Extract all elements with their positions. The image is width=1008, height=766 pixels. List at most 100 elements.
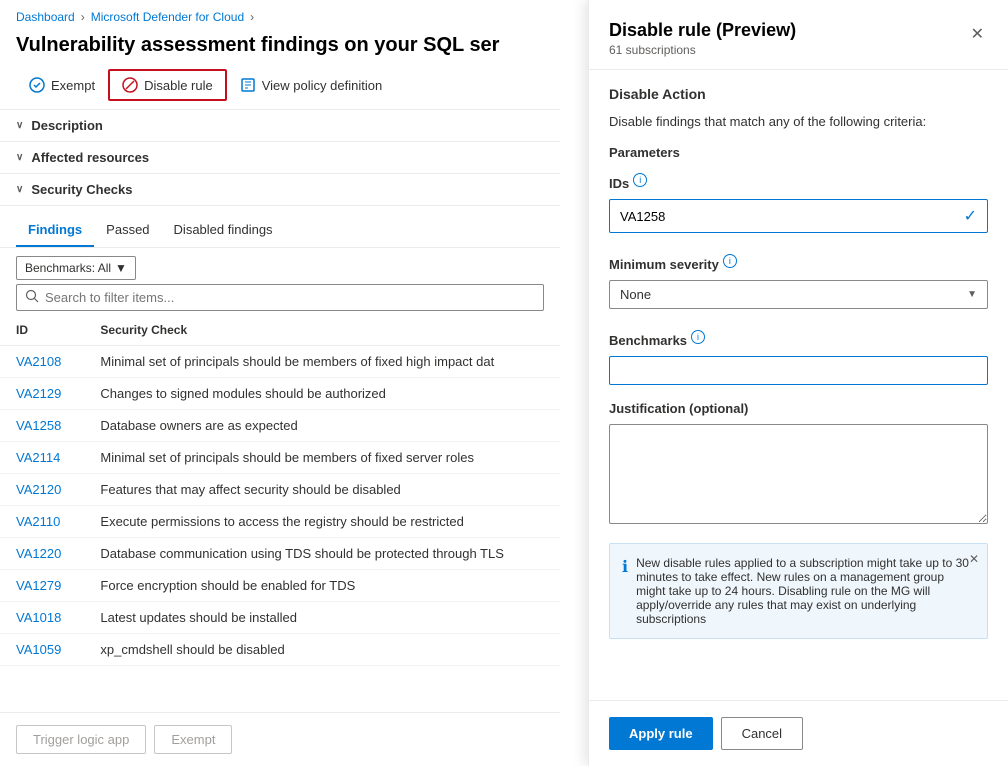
bottom-toolbar: Trigger logic app Exempt [0,712,560,766]
table-row[interactable]: VA1018 Latest updates should be installe… [0,602,560,634]
filter-bar: Benchmarks: All ▼ [0,248,560,315]
cancel-button[interactable]: Cancel [721,717,803,750]
row-id: VA1018 [0,602,84,634]
description-section-header[interactable]: ∨ Description [0,110,560,142]
min-severity-value: None [620,287,651,302]
table-row[interactable]: VA1258 Database owners are as expected [0,410,560,442]
ids-label: IDs [609,176,629,191]
disable-rule-button[interactable]: Disable rule [108,69,227,101]
table-row[interactable]: VA1059 xp_cmdshell should be disabled [0,634,560,666]
panel-close-button[interactable]: ✕ [967,20,988,48]
exempt-button[interactable]: Exempt [16,70,108,100]
security-checks-label: Security Checks [31,182,132,197]
exempt-icon [29,77,45,93]
row-id: VA2110 [0,506,84,538]
ids-info-icon[interactable]: i [633,173,647,187]
ids-input-field[interactable]: ✓ [609,199,988,233]
filter-dropdown-chevron: ▼ [115,261,127,275]
row-check: Force encryption should be enabled for T… [84,570,560,602]
search-input[interactable] [45,290,535,305]
benchmarks-input-field[interactable] [609,356,988,385]
info-banner-text: New disable rules applied to a subscript… [636,556,975,626]
info-banner: ℹ New disable rules applied to a subscri… [609,543,988,639]
table-row[interactable]: VA2114 Minimal set of principals should … [0,442,560,474]
table-row[interactable]: VA1220 Database communication using TDS … [0,538,560,570]
search-box [16,284,544,311]
row-check: Latest updates should be installed [84,602,560,634]
security-checks-chevron: ∨ [16,184,23,195]
search-icon [25,289,39,306]
benchmarks-info-icon[interactable]: i [691,330,705,344]
breadcrumb-defender[interactable]: Microsoft Defender for Cloud [91,10,244,24]
justification-label: Justification (optional) [609,401,988,416]
info-banner-content: New disable rules applied to a subscript… [636,556,969,626]
breadcrumb-dashboard[interactable]: Dashboard [16,10,75,24]
min-severity-label-row: Minimum severity i [609,245,988,276]
row-id: VA1279 [0,570,84,602]
min-severity-label: Minimum severity [609,257,719,272]
row-id: VA2120 [0,474,84,506]
row-check: Features that may affect security should… [84,474,560,506]
disable-action-title: Disable Action [609,86,988,102]
tab-findings[interactable]: Findings [16,214,94,247]
ids-input[interactable] [620,209,964,224]
benchmarks-filter-label: Benchmarks: All [25,261,111,275]
breadcrumb-sep-2: › [250,10,254,24]
col-security-check: Security Check [84,315,560,346]
description-label: Description [31,118,103,133]
row-id: VA1220 [0,538,84,570]
disable-rule-label: Disable rule [144,78,213,93]
apply-rule-button[interactable]: Apply rule [609,717,713,750]
col-id: ID [0,315,84,346]
security-checks-section-header[interactable]: ∨ Security Checks [0,174,560,206]
tab-disabled-findings[interactable]: Disabled findings [162,214,285,247]
row-check: Minimal set of principals should be memb… [84,442,560,474]
description-chevron: ∨ [16,120,23,131]
panel-title: Disable rule (Preview) [609,20,796,41]
row-check: Changes to signed modules should be auth… [84,378,560,410]
toolbar: Exempt Disable rule View policy definiti… [0,69,560,110]
affected-resources-section-header[interactable]: ∨ Affected resources [0,142,560,174]
row-check: Database owners are as expected [84,410,560,442]
table-row[interactable]: VA2129 Changes to signed modules should … [0,378,560,410]
table-row[interactable]: VA2110 Execute permissions to access the… [0,506,560,538]
view-policy-label: View policy definition [262,78,382,93]
exempt-label: Exempt [51,78,95,93]
table-row[interactable]: VA2120 Features that may affect security… [0,474,560,506]
bottom-exempt-button[interactable]: Exempt [154,725,232,754]
info-banner-close-button[interactable]: ✕ [969,552,979,566]
min-severity-select[interactable]: None ▼ [609,280,988,309]
panel-header: Disable rule (Preview) 61 subscriptions … [589,0,1008,70]
row-id: VA1059 [0,634,84,666]
findings-table-container: ID Security Check VA2108 Minimal set of … [0,315,560,666]
disable-rule-panel: Disable rule (Preview) 61 subscriptions … [588,0,1008,766]
affected-resources-chevron: ∨ [16,152,23,163]
table-row[interactable]: VA1279 Force encryption should be enable… [0,570,560,602]
row-id: VA2129 [0,378,84,410]
min-severity-info-icon[interactable]: i [723,254,737,268]
justification-textarea[interactable] [609,424,988,524]
left-panel: Dashboard › Microsoft Defender for Cloud… [0,0,560,766]
disable-rule-icon [122,77,138,93]
ids-check-icon: ✓ [964,206,977,226]
view-policy-button[interactable]: View policy definition [227,70,395,100]
row-id: VA2114 [0,442,84,474]
min-severity-chevron: ▼ [967,289,977,300]
trigger-logic-app-button[interactable]: Trigger logic app [16,725,146,754]
tab-passed[interactable]: Passed [94,214,161,247]
parameters-label: Parameters [609,145,988,160]
disable-description: Disable findings that match any of the f… [609,114,988,129]
ids-label-row: IDs i [609,164,988,195]
page-title: Vulnerability assessment findings on you… [0,30,560,69]
row-id: VA1258 [0,410,84,442]
affected-resources-label: Affected resources [31,150,149,165]
breadcrumb-sep-1: › [81,10,85,24]
table-row[interactable]: VA2108 Minimal set of principals should … [0,346,560,378]
benchmarks-input[interactable] [620,363,977,378]
info-banner-icon: ℹ [622,557,628,626]
panel-body: Disable Action Disable findings that mat… [589,70,1008,700]
breadcrumb: Dashboard › Microsoft Defender for Cloud… [0,0,560,30]
benchmarks-filter[interactable]: Benchmarks: All ▼ [16,256,136,280]
row-id: VA2108 [0,346,84,378]
tabs-bar: Findings Passed Disabled findings [0,206,560,248]
